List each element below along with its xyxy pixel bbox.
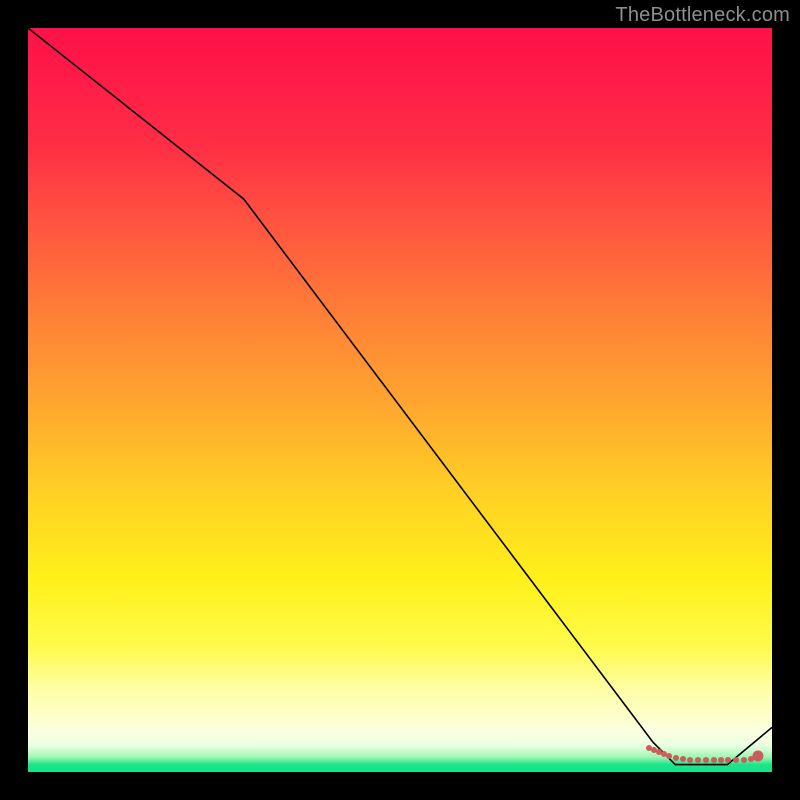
watermark-text: TheBottleneck.com <box>615 4 790 27</box>
plot-svg <box>28 28 772 772</box>
chart-stage: TheBottleneck.com <box>0 0 800 800</box>
trough-dot <box>687 757 693 763</box>
trough-dot <box>703 757 709 763</box>
bottleneck-curve <box>28 28 772 765</box>
trough-marker-group <box>646 745 764 763</box>
trough-dot <box>711 757 717 763</box>
trough-dot <box>673 755 679 761</box>
trough-dot <box>718 757 724 763</box>
trough-end-dot <box>753 751 764 762</box>
trough-dot <box>680 756 686 762</box>
trough-dot <box>733 757 739 763</box>
trough-dot <box>695 757 701 763</box>
plot-area <box>28 28 772 772</box>
trough-dot <box>666 753 672 759</box>
trough-dot <box>741 757 747 763</box>
trough-dot <box>725 757 731 763</box>
